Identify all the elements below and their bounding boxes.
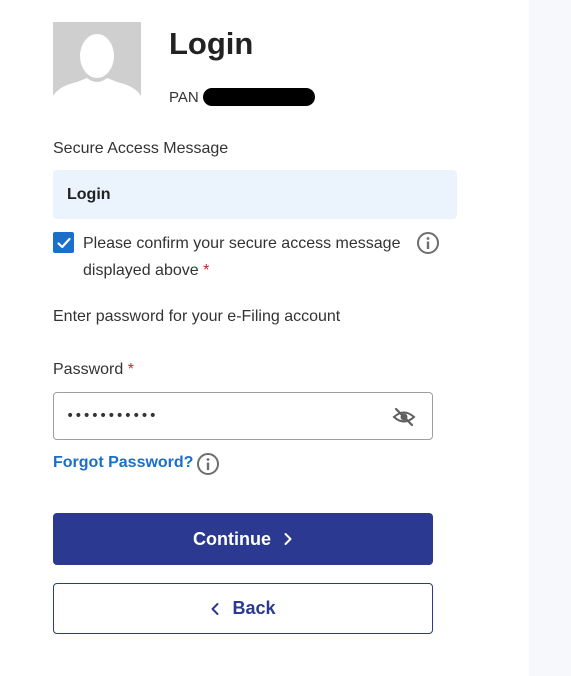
back-label: Back	[232, 598, 276, 618]
secure-access-message: Login	[67, 185, 111, 203]
info-icon[interactable]	[416, 231, 440, 255]
chevron-right-icon	[284, 533, 292, 545]
confirm-checkbox[interactable]	[53, 232, 74, 253]
required-mark: *	[203, 262, 210, 279]
check-icon	[56, 237, 71, 248]
avatar	[53, 22, 141, 109]
right-side-panel	[529, 0, 571, 676]
page-title: Login	[169, 26, 254, 61]
secure-access-label: Secure Access Message	[53, 140, 229, 157]
chevron-left-icon	[211, 602, 219, 615]
password-label: Password *	[53, 361, 134, 379]
back-button[interactable]: Back	[53, 583, 433, 634]
pan-redaction	[202, 88, 315, 106]
confirm-text: Please confirm your secure access messag…	[83, 230, 413, 284]
password-label-text: Password	[53, 361, 124, 378]
user-silhouette-icon	[53, 22, 141, 109]
confirm-label: Please confirm your secure access messag…	[83, 235, 401, 279]
pan-row: PAN	[169, 87, 315, 107]
secure-access-message-box: Login	[53, 170, 457, 219]
password-intro: Enter password for your e-Filing account	[53, 308, 341, 325]
password-input[interactable]	[66, 393, 376, 439]
password-field[interactable]	[53, 392, 433, 440]
pan-label: PAN	[169, 88, 199, 106]
continue-label: Continue	[193, 528, 271, 549]
forgot-password-link[interactable]: Forgot Password?	[53, 454, 193, 472]
continue-button[interactable]: Continue	[53, 513, 433, 565]
eye-off-icon[interactable]	[392, 405, 416, 429]
required-mark: *	[127, 361, 134, 378]
info-icon[interactable]	[196, 452, 220, 476]
